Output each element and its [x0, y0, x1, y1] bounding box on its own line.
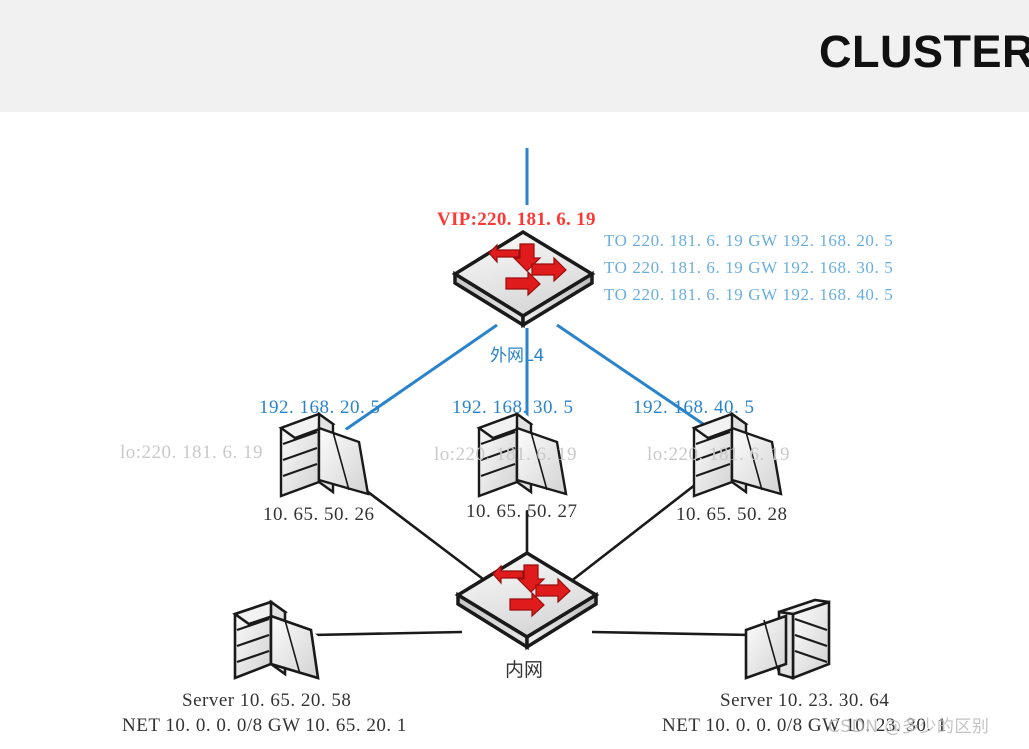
lvs-1-outer-ip: 192. 168. 20. 5	[259, 397, 381, 418]
lvs-3-inner-ip: 10. 65. 50. 28	[676, 504, 788, 525]
internal-switch-label: 内网	[505, 659, 544, 681]
page-root: CLUSTER VIP:220. 181. 6. 19 TO 220. 181.…	[0, 0, 1029, 749]
backend-left-route: NET 10. 0. 0. 0/8 GW 10. 65. 20. 1	[122, 715, 407, 736]
external-switch-label: 外网L4	[490, 346, 545, 366]
backend-left-title: Server 10. 65. 20. 58	[182, 690, 352, 711]
route-entry-3: TO 220. 181. 6. 19 GW 192. 168. 40. 5	[604, 285, 894, 304]
vip-label: VIP:220. 181. 6. 19	[437, 209, 596, 230]
route-entry-1: TO 220. 181. 6. 19 GW 192. 168. 20. 5	[604, 231, 894, 250]
server-icon-lvs-1	[278, 411, 370, 512]
network-diagram: VIP:220. 181. 6. 19 TO 220. 181. 6. 19 G…	[0, 112, 1029, 749]
server-icon-backend-right	[744, 598, 831, 694]
server-icon-backend-left	[232, 599, 320, 694]
switch-icon-internal	[454, 550, 600, 651]
lvs-1-loopback: lo:220. 181. 6. 19	[120, 442, 264, 463]
lvs-2-inner-ip: 10. 65. 50. 27	[466, 501, 578, 522]
lvs-2-outer-ip: 192. 168. 30. 5	[452, 397, 574, 418]
lvs-3-loopback: lo:220. 181. 6. 19	[647, 444, 791, 465]
watermark: CSDN @多少的区别	[828, 717, 990, 737]
edge-int-to-server-right	[591, 630, 753, 637]
switch-icon-external	[451, 229, 596, 329]
header-band: CLUSTER	[0, 0, 1029, 112]
page-title: CLUSTER	[819, 26, 1029, 77]
lvs-2-loopback: lo:220. 181. 6. 19	[434, 444, 578, 465]
backend-right-title: Server 10. 23. 30. 64	[720, 690, 890, 711]
route-entry-2: TO 220. 181. 6. 19 GW 192. 168. 30. 5	[604, 258, 894, 277]
edge-int-to-server-left	[311, 630, 463, 637]
diagram-edges	[232, 148, 831, 694]
lvs-3-outer-ip: 192. 168. 40. 5	[633, 397, 755, 418]
lvs-1-inner-ip: 10. 65. 50. 26	[263, 504, 375, 525]
